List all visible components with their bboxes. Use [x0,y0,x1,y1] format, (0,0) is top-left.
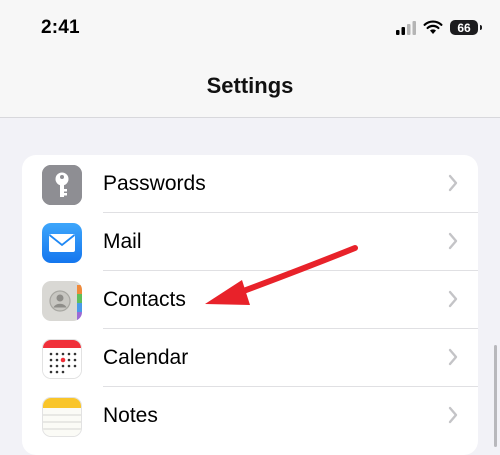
key-icon [42,165,82,205]
calendar-icon [42,339,82,379]
notes-icon [42,397,82,437]
settings-row-label: Notes [103,404,158,427]
contacts-icon [42,281,82,321]
settings-row-calendar[interactable]: Calendar [22,329,478,387]
chevron-right-icon [448,232,458,250]
status-time: 2:41 [41,17,80,38]
settings-row-passwords[interactable]: Passwords [22,155,478,213]
settings-row-label: Passwords [103,172,206,195]
settings-row-notes[interactable]: Notes [22,387,478,445]
scroll-indicator[interactable] [494,345,497,447]
settings-row-mail[interactable]: Mail [22,213,478,271]
page-title: Settings [206,73,294,98]
chevron-right-icon [448,174,458,192]
cellular-signal-icon [396,20,416,35]
chevron-right-icon [448,348,458,366]
battery-icon: 66 [450,20,482,35]
settings-group: Passwords Mail Contacts Calendar Notes [22,155,478,455]
mail-icon [42,223,82,263]
settings-row-label: Contacts [103,288,186,311]
status-icons: 66 [396,20,482,35]
chevron-right-icon [448,406,458,424]
settings-row-label: Mail [103,230,142,253]
battery-level: 66 [457,20,471,35]
chevron-right-icon [448,290,458,308]
settings-row-label: Calendar [103,346,189,369]
navigation-bar: Settings [0,60,500,118]
wifi-icon [423,20,443,34]
settings-row-contacts[interactable]: Contacts [22,271,478,329]
status-bar: 2:41 66 [0,0,500,60]
